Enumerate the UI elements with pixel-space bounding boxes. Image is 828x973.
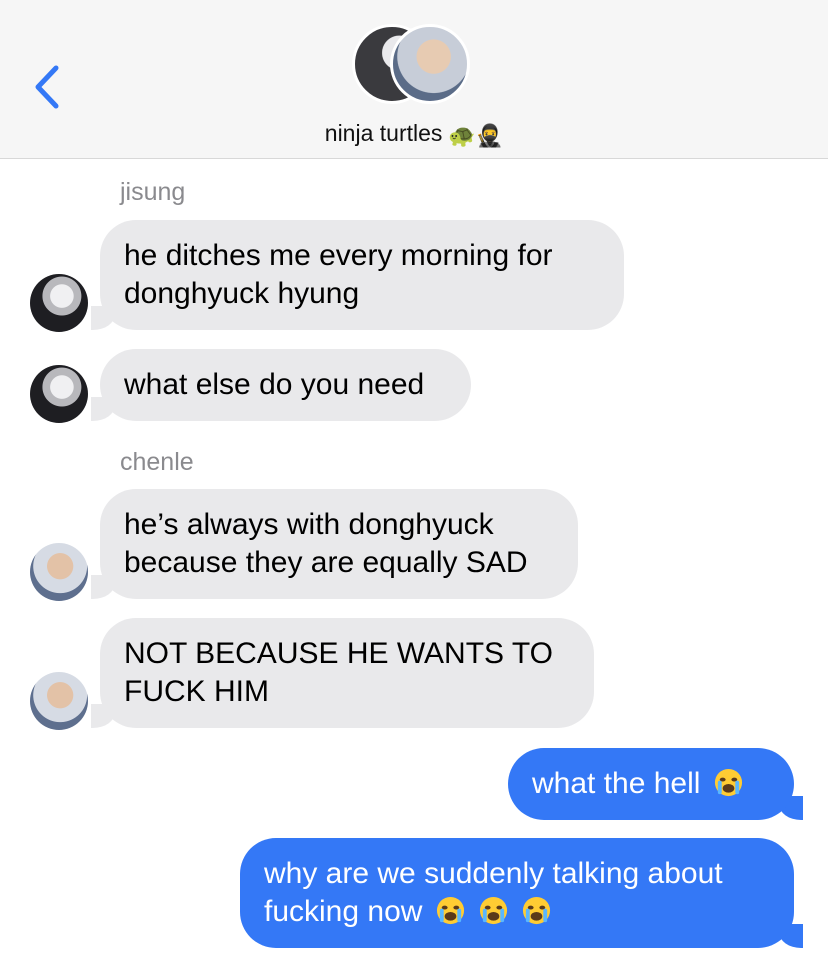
group-avatar-stack[interactable]	[352, 24, 476, 108]
avatar[interactable]	[30, 274, 88, 332]
avatar[interactable]	[30, 672, 88, 730]
avatar[interactable]	[30, 365, 88, 423]
turtle-ninja-emoji: 🐢🥷	[448, 123, 504, 148]
incoming-message-bubble[interactable]: he’s always with donghyuck because they …	[91, 489, 578, 599]
back-chevron-icon[interactable]	[32, 64, 62, 110]
loudly-crying-face-icon	[517, 895, 552, 928]
group-name[interactable]: ninja turtles 🐢🥷	[0, 120, 828, 149]
message-text: what the hell	[532, 767, 701, 800]
avatar[interactable]	[30, 543, 88, 601]
incoming-message-bubble[interactable]: what else do you need	[91, 349, 471, 421]
group-avatar	[390, 24, 470, 104]
loudly-crying-face-icon	[431, 895, 474, 928]
loudly-crying-face-icon	[474, 895, 517, 928]
sender-name: chenle	[120, 448, 194, 476]
loudly-crying-face-icon	[709, 767, 744, 800]
incoming-message-bubble[interactable]: NOT BECAUSE HE WANTS TO FUCK HIM	[91, 618, 594, 728]
conversation-header: ninja turtles 🐢🥷	[0, 0, 828, 159]
group-name-text: ninja turtles	[324, 120, 443, 146]
outgoing-message-bubble[interactable]: what the hell	[508, 748, 803, 820]
incoming-message-bubble[interactable]: he ditches me every morning for donghyuc…	[91, 220, 624, 330]
outgoing-message-bubble[interactable]: why are we suddenly talking about fuckin…	[240, 838, 803, 948]
sender-name: jisung	[120, 178, 186, 206]
